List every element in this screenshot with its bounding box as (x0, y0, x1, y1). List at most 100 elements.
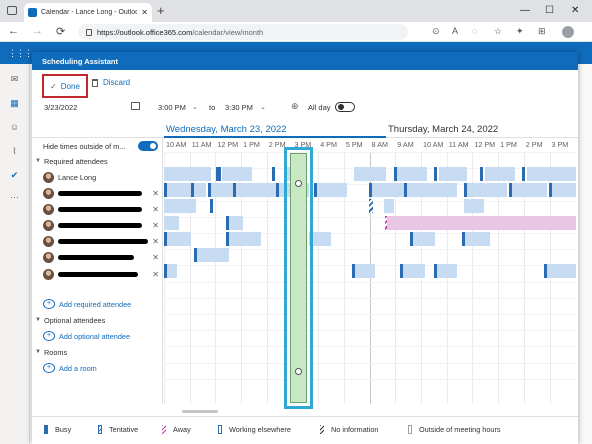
start-time-dropdown[interactable]: 3:00 PM (158, 103, 186, 112)
attach-icon[interactable]: ⌇ (9, 146, 20, 156)
remove-attendee-icon[interactable]: ✕ (152, 237, 159, 246)
end-drag-handle[interactable] (295, 368, 302, 375)
add-room-link[interactable]: + Add a room (32, 360, 163, 376)
optional-attendees-header[interactable]: ▼ Optional attendees (32, 312, 163, 328)
done-label: Done (60, 81, 80, 91)
discard-button[interactable]: Discard (92, 78, 130, 87)
busy-block (197, 248, 229, 262)
discard-label: Discard (103, 78, 131, 87)
legend-no-information: No information (320, 425, 378, 434)
tab-actions-icon[interactable] (7, 6, 17, 15)
calendar-icon[interactable]: ▦ (9, 98, 20, 108)
rooms-header-label: Rooms (44, 347, 68, 357)
add-required-attendee-link[interactable]: + Add required attendee (32, 296, 163, 312)
attendee-row: ✕ (32, 250, 163, 266)
busy-block (236, 183, 276, 198)
tab-title: Calendar - Lance Long - Outlook (41, 9, 138, 16)
done-button[interactable]: ✓ Done (42, 74, 88, 98)
busy-block (397, 167, 427, 181)
reload-button[interactable]: ⟳ (56, 25, 65, 38)
new-tab-button[interactable]: + (157, 3, 165, 18)
reader-mode-icon[interactable]: A (452, 26, 458, 36)
translate-icon[interactable]: ◌ (472, 26, 477, 36)
hour-label: 11 AM (191, 140, 212, 149)
time-row: 3/23/2022 3:00 PM ⌄ to 3:30 PM ⌄ ⊕ All d… (32, 98, 578, 120)
end-time-dropdown[interactable]: 3:30 PM (225, 103, 253, 112)
busy-block (372, 183, 404, 198)
people-icon[interactable]: ☺ (9, 122, 20, 132)
row-gridline (164, 362, 576, 364)
collections-icon[interactable]: ⊞ (538, 26, 546, 37)
attendee-pane: Hide times outside of m... ▼ Required at… (32, 138, 163, 404)
minimize-button[interactable]: — (520, 5, 530, 16)
all-day-toggle[interactable] (335, 102, 355, 112)
meeting-time-block[interactable] (290, 153, 307, 403)
plus-icon: + (43, 331, 55, 341)
legend-working-elsewhere: Working elsewhere (218, 425, 291, 434)
add-room-label: Add a room (59, 363, 97, 373)
busy-marker (434, 167, 437, 181)
row-gridline (164, 281, 576, 283)
browser-tab[interactable]: Calendar - Lance Long - Outlook ✕ (24, 3, 152, 22)
remove-attendee-icon[interactable]: ✕ (152, 270, 159, 279)
legend-away-label: Away (173, 425, 191, 434)
hide-times-toggle[interactable] (138, 141, 158, 151)
attendee-name: Lance Long (58, 172, 97, 182)
busy-block (194, 183, 206, 198)
maximize-button[interactable]: ☐ (545, 5, 554, 16)
date-field[interactable]: 3/23/2022 (44, 103, 77, 112)
busy-block (211, 183, 233, 198)
profile-avatar[interactable] (562, 26, 574, 38)
rooms-header[interactable]: ▼ Rooms (32, 344, 163, 360)
busy-block (229, 215, 243, 230)
scrollbar-thumb[interactable] (182, 410, 218, 413)
row-gridline (164, 378, 576, 380)
remove-attendee-icon[interactable]: ✕ (152, 253, 159, 262)
favorites-icon[interactable]: ✦ (516, 26, 524, 37)
url-input[interactable]: https://outlook.office365.com/calendar/v… (78, 24, 408, 40)
app-rail: ✉ ▦ ☺ ⌇ ✔ ··· (0, 64, 30, 444)
hour-label: 10 AM (423, 140, 444, 149)
redacted-attendee-name (58, 206, 142, 212)
busy-swatch (44, 425, 48, 434)
legend-busy-label: Busy (55, 425, 72, 434)
remove-attendee-icon[interactable]: ✕ (152, 221, 159, 230)
todo-check-icon[interactable]: ✔ (9, 170, 20, 180)
back-button[interactable]: ← (8, 25, 19, 37)
required-attendees-header[interactable]: ▼ Required attendees (32, 153, 163, 169)
selected-time-slot[interactable] (284, 147, 313, 409)
more-apps-icon[interactable]: ··· (9, 192, 20, 202)
command-bar: ✓ Done Discard (32, 70, 578, 98)
avatar (43, 203, 54, 215)
tab-close-icon[interactable]: ✕ (141, 8, 148, 17)
chevron-down-icon[interactable]: ⌄ (192, 103, 198, 111)
forward-button[interactable]: → (32, 25, 43, 37)
busy-block (184, 167, 211, 181)
remove-attendee-icon[interactable]: ✕ (152, 205, 159, 214)
free-busy-grid[interactable]: 10 AM 11 AM 12 PM 1 PM 2 PM 3 PM 4 PM 5 PM 8 AM 9… (164, 138, 576, 404)
app-launcher-icon[interactable]: ⋮⋮⋮ (8, 48, 33, 59)
chevron-down-icon[interactable]: ⌄ (260, 103, 266, 111)
browser-tab-bar: Calendar - Lance Long - Outlook ✕ + — ☐ … (0, 0, 592, 22)
hour-label: 1 PM (500, 140, 517, 149)
row-gridline (164, 152, 576, 153)
favorite-star-icon[interactable]: ☆ (494, 26, 502, 37)
read-aloud-icon[interactable]: ⊙ (432, 26, 440, 37)
remove-attendee-icon[interactable]: ✕ (152, 189, 159, 198)
attendee-row: Lance Long (32, 169, 163, 185)
busy-block (222, 167, 252, 181)
start-drag-handle[interactable] (295, 180, 302, 187)
all-day-label: All day (308, 103, 331, 112)
horizontal-scrollbar[interactable] (164, 408, 576, 414)
mail-icon[interactable]: ✉ (9, 74, 20, 84)
add-optional-attendee-link[interactable]: + Add optional attendee (32, 328, 163, 344)
hour-label: 5 PM (345, 140, 363, 149)
hour-label: 1 PM (243, 140, 260, 149)
tentative-swatch (98, 425, 102, 434)
attendee-row: ✕ (32, 234, 163, 250)
close-window-button[interactable]: ✕ (571, 5, 579, 16)
busy-block (317, 183, 347, 198)
time-zone-icon[interactable]: ⊕ (291, 101, 299, 112)
busy-block (413, 231, 435, 246)
date-picker-icon[interactable] (131, 102, 140, 110)
